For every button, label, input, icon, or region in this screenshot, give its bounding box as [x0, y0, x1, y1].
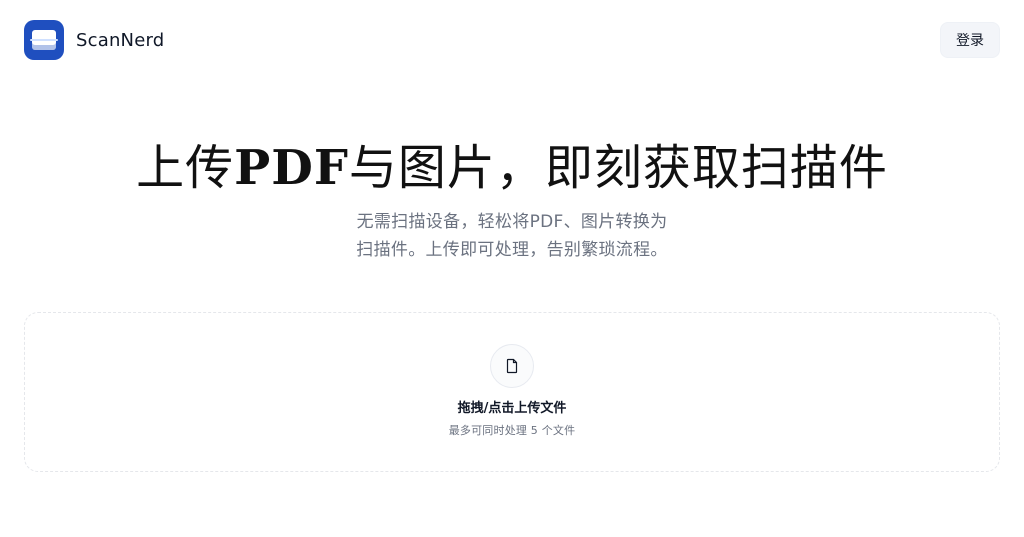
- brand-name: ScanNerd: [76, 29, 165, 51]
- subtitle-line-1: 无需扫描设备，轻松将PDF、图片转换为: [356, 212, 668, 232]
- title-prefix: 上传: [136, 140, 235, 196]
- title-suffix: 与图片，即刻获取扫描件: [348, 140, 888, 196]
- dropzone-subtitle: 最多可同时处理 5 个文件: [448, 424, 576, 437]
- title-emphasis: PDF: [234, 140, 349, 196]
- top-header: ScanNerd 登录: [0, 0, 1024, 80]
- scan-line: [30, 39, 58, 41]
- hero-section: 上传PDF与图片，即刻获取扫描件 无需扫描设备，轻松将PDF、图片转换为 扫描件…: [0, 138, 1024, 264]
- page-title: 上传PDF与图片，即刻获取扫描件: [0, 138, 1024, 198]
- brand[interactable]: ScanNerd: [24, 20, 164, 60]
- subtitle-line-2: 扫描件。上传即可处理，告别繁琐流程。: [356, 240, 668, 260]
- dropzone-title: 拖拽/点击上传文件: [457, 401, 567, 416]
- upload-dropzone[interactable]: 拖拽/点击上传文件 最多可同时处理 5 个文件: [24, 312, 1000, 472]
- file-icon: [506, 358, 518, 374]
- file-icon: [490, 344, 534, 388]
- hero-subtitle: 无需扫描设备，轻松将PDF、图片转换为 扫描件。上传即可处理，告别繁琐流程。: [302, 208, 722, 264]
- login-button[interactable]: 登录: [940, 22, 1000, 58]
- scanner-logo-icon: [24, 20, 64, 60]
